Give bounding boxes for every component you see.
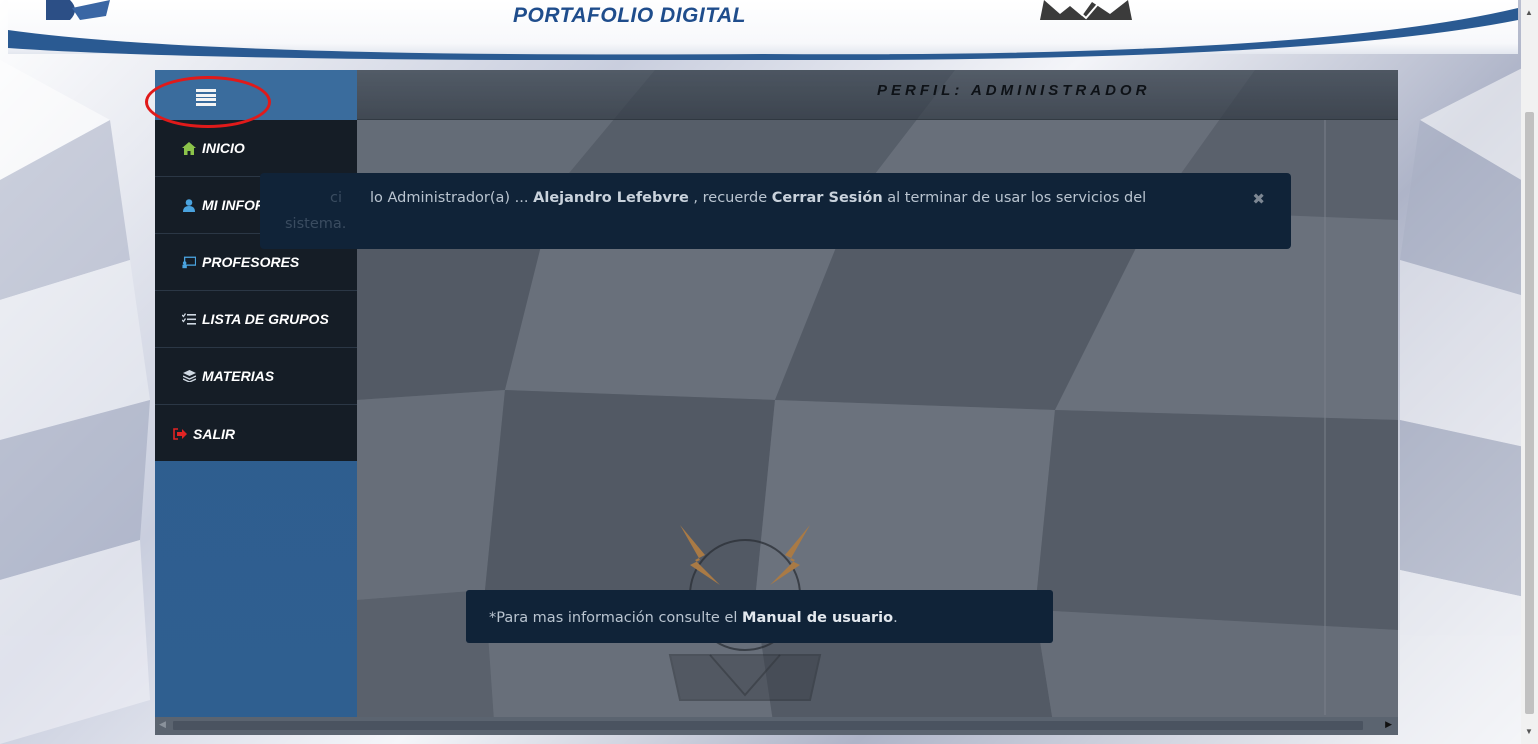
annotation-circle: [145, 76, 271, 128]
layers-icon: [182, 369, 196, 383]
chalkboard-teacher-icon: [182, 255, 196, 269]
sidebar-item-label: SALIR: [193, 425, 235, 442]
scroll-up-icon[interactable]: ▲: [1525, 8, 1533, 17]
sidebar-item-label: PROFESORES: [202, 254, 300, 270]
scroll-right-icon[interactable]: ▶: [1385, 719, 1392, 730]
alert-user-name: Alejandro Lefebvre: [533, 190, 689, 206]
alert-hidden-prefix: ci: [330, 190, 343, 206]
user-manual-link[interactable]: Manual de usuario: [742, 610, 893, 626]
sidebar-item-label: INICIO: [202, 140, 245, 156]
sidebar-item-label: MATERIAS: [202, 368, 275, 384]
institution-logo-right: [1040, 0, 1132, 20]
note-text: *Para mas información consulte el: [489, 610, 743, 626]
sidebar: INICIO MI INFORMACIÓN PROFESORES LISTA D…: [155, 70, 357, 735]
vertical-scrollbar[interactable]: ▲ ▼: [1521, 0, 1538, 744]
sidebar-item-materias[interactable]: MATERIAS: [155, 348, 357, 405]
institution-logo-left: [46, 0, 110, 20]
sidebar-item-salir[interactable]: SALIR: [155, 405, 357, 462]
scroll-down-icon[interactable]: ▼: [1525, 727, 1533, 736]
user-icon: [182, 198, 196, 212]
sidebar-menu: INICIO MI INFORMACIÓN PROFESORES LISTA D…: [155, 120, 357, 461]
panel-header-bar: PERFIL: ADMINISTRADOR: [357, 70, 1398, 120]
sidebar-item-lista-de-grupos[interactable]: LISTA DE GRUPOS: [155, 291, 357, 348]
alert-text-tail: al terminar de usar los servicios del: [882, 190, 1147, 206]
alert-message-line2: sistema.: [285, 216, 347, 232]
profile-title: PERFIL: ADMINISTRADOR: [877, 82, 1151, 99]
alert-message: lo Administrador(a) ... Alejandro Lefebv…: [370, 190, 1146, 206]
home-icon: [182, 141, 196, 155]
header-swoosh: [8, 8, 1518, 60]
alert-logout-reminder: Cerrar Sesión: [771, 190, 883, 206]
site-title: PORTAFOLIO DIGITAL: [513, 4, 746, 27]
welcome-alert: ci lo Administrador(a) ... Alejandro Lef…: [260, 173, 1291, 249]
horizontal-scrollbar[interactable]: ◀ ▶: [155, 717, 1398, 735]
scroll-left-icon[interactable]: ◀: [159, 719, 166, 730]
horizontal-scroll-thumb[interactable]: [173, 721, 1363, 730]
note-suffix: .: [893, 610, 898, 626]
sign-out-icon: [173, 427, 187, 441]
vertical-scroll-thumb[interactable]: [1525, 112, 1534, 714]
alert-text-mid: , recuerde: [688, 190, 772, 206]
alert-text-lead: lo Administrador(a) ...: [370, 190, 534, 206]
close-icon[interactable]: ✖: [1252, 190, 1265, 208]
sidebar-item-inicio[interactable]: INICIO: [155, 120, 357, 177]
sidebar-item-label: LISTA DE GRUPOS: [202, 311, 329, 327]
list-check-icon: [182, 312, 196, 326]
manual-note: *Para mas información consulte el Manual…: [466, 590, 1053, 643]
